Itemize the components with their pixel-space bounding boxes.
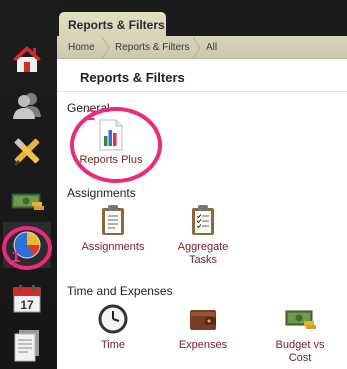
aggregate-tasks-button[interactable]: Aggregate Tasks (161, 204, 245, 267)
sidebar-item-people[interactable] (3, 82, 51, 128)
money-icon (11, 193, 44, 210)
annotation-number-2: 2 (86, 108, 96, 124)
breadcrumb-separator-icon (192, 37, 201, 59)
sidebar-item-home[interactable] (3, 36, 51, 82)
tab-reports-filters[interactable]: Reports & Filters (59, 12, 166, 38)
assignments-label: Assignments (81, 241, 145, 253)
tools-icon (14, 138, 40, 166)
calendar-icon: 17 (13, 285, 41, 313)
section-title-assignments: Assignments (67, 186, 136, 200)
clipboard-icon (102, 205, 124, 235)
sidebar-item-tools[interactable] (3, 128, 51, 174)
sidebar-item-money[interactable] (3, 178, 51, 224)
breadcrumb-reports-filters[interactable]: Reports & Filters (115, 42, 189, 53)
checklist-icon (192, 205, 214, 235)
annotation-number-1: 1 (11, 250, 21, 266)
breadcrumb-all[interactable]: All (206, 42, 217, 53)
reports-plus-label: Reports Plus (79, 154, 143, 166)
aggregate-tasks-label: Aggregate Tasks (177, 241, 229, 266)
time-button[interactable]: Time (83, 303, 143, 352)
clock-icon (98, 304, 128, 334)
calendar-day: 17 (20, 298, 34, 312)
content-panel: General Reports Plus Assignments Assignm… (57, 92, 347, 369)
section-title-time-expenses: Time and Expenses (67, 284, 173, 298)
document-icon (14, 330, 39, 362)
user-icon (13, 93, 41, 119)
reports-plus-button[interactable]: Reports Plus (73, 118, 149, 167)
assignments-button[interactable]: Assignments (71, 204, 155, 254)
breadcrumb-separator-icon (101, 37, 110, 59)
money-icon (285, 310, 316, 329)
budget-vs-cost-label: Budget vs Cost (275, 339, 325, 364)
reports-plus-icon (99, 119, 123, 151)
page-title: Reports & Filters (80, 70, 185, 85)
breadcrumb-home[interactable]: Home (68, 42, 95, 53)
sidebar: 17 (0, 0, 57, 369)
wallet-icon (190, 310, 216, 330)
expenses-button[interactable]: Expenses (173, 303, 233, 352)
title-bar: Reports & Filters (57, 59, 347, 92)
sidebar-item-documents[interactable] (3, 322, 51, 368)
sidebar-item-calendar[interactable]: 17 (3, 276, 51, 322)
expenses-label: Expenses (178, 339, 228, 351)
home-icon (13, 46, 41, 72)
breadcrumb: Home Reports & Filters All (57, 36, 347, 59)
budget-vs-cost-button[interactable]: Budget vs Cost (263, 303, 337, 365)
time-label: Time (100, 339, 126, 351)
